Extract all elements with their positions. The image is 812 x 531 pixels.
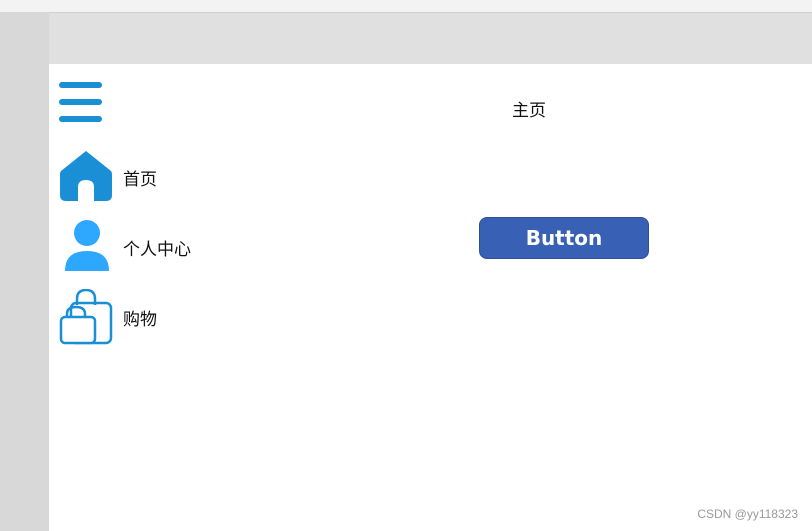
shopping-bag-icon [59, 288, 113, 345]
person-icon [59, 219, 113, 275]
page-title: 主页 [512, 101, 546, 121]
watermark-text: CSDN @yy118323 [697, 507, 798, 521]
sidebar-item-shopping[interactable]: 购物 [59, 288, 259, 345]
top-toolbar-strip [0, 0, 812, 13]
sidebar-item-home[interactable]: 首页 [59, 149, 259, 205]
sidebar-item-label: 购物 [123, 310, 157, 330]
hamburger-menu-icon[interactable] [59, 81, 102, 124]
main-button[interactable]: Button [479, 217, 649, 259]
home-icon [59, 149, 113, 205]
app-canvas: 主页 首页 个人中心 购物 Button [49, 64, 812, 531]
left-gutter [0, 12, 49, 531]
sidebar-item-profile[interactable]: 个人中心 [59, 219, 259, 275]
sidebar-item-label: 首页 [123, 170, 157, 190]
sidebar-item-label: 个人中心 [123, 240, 191, 260]
